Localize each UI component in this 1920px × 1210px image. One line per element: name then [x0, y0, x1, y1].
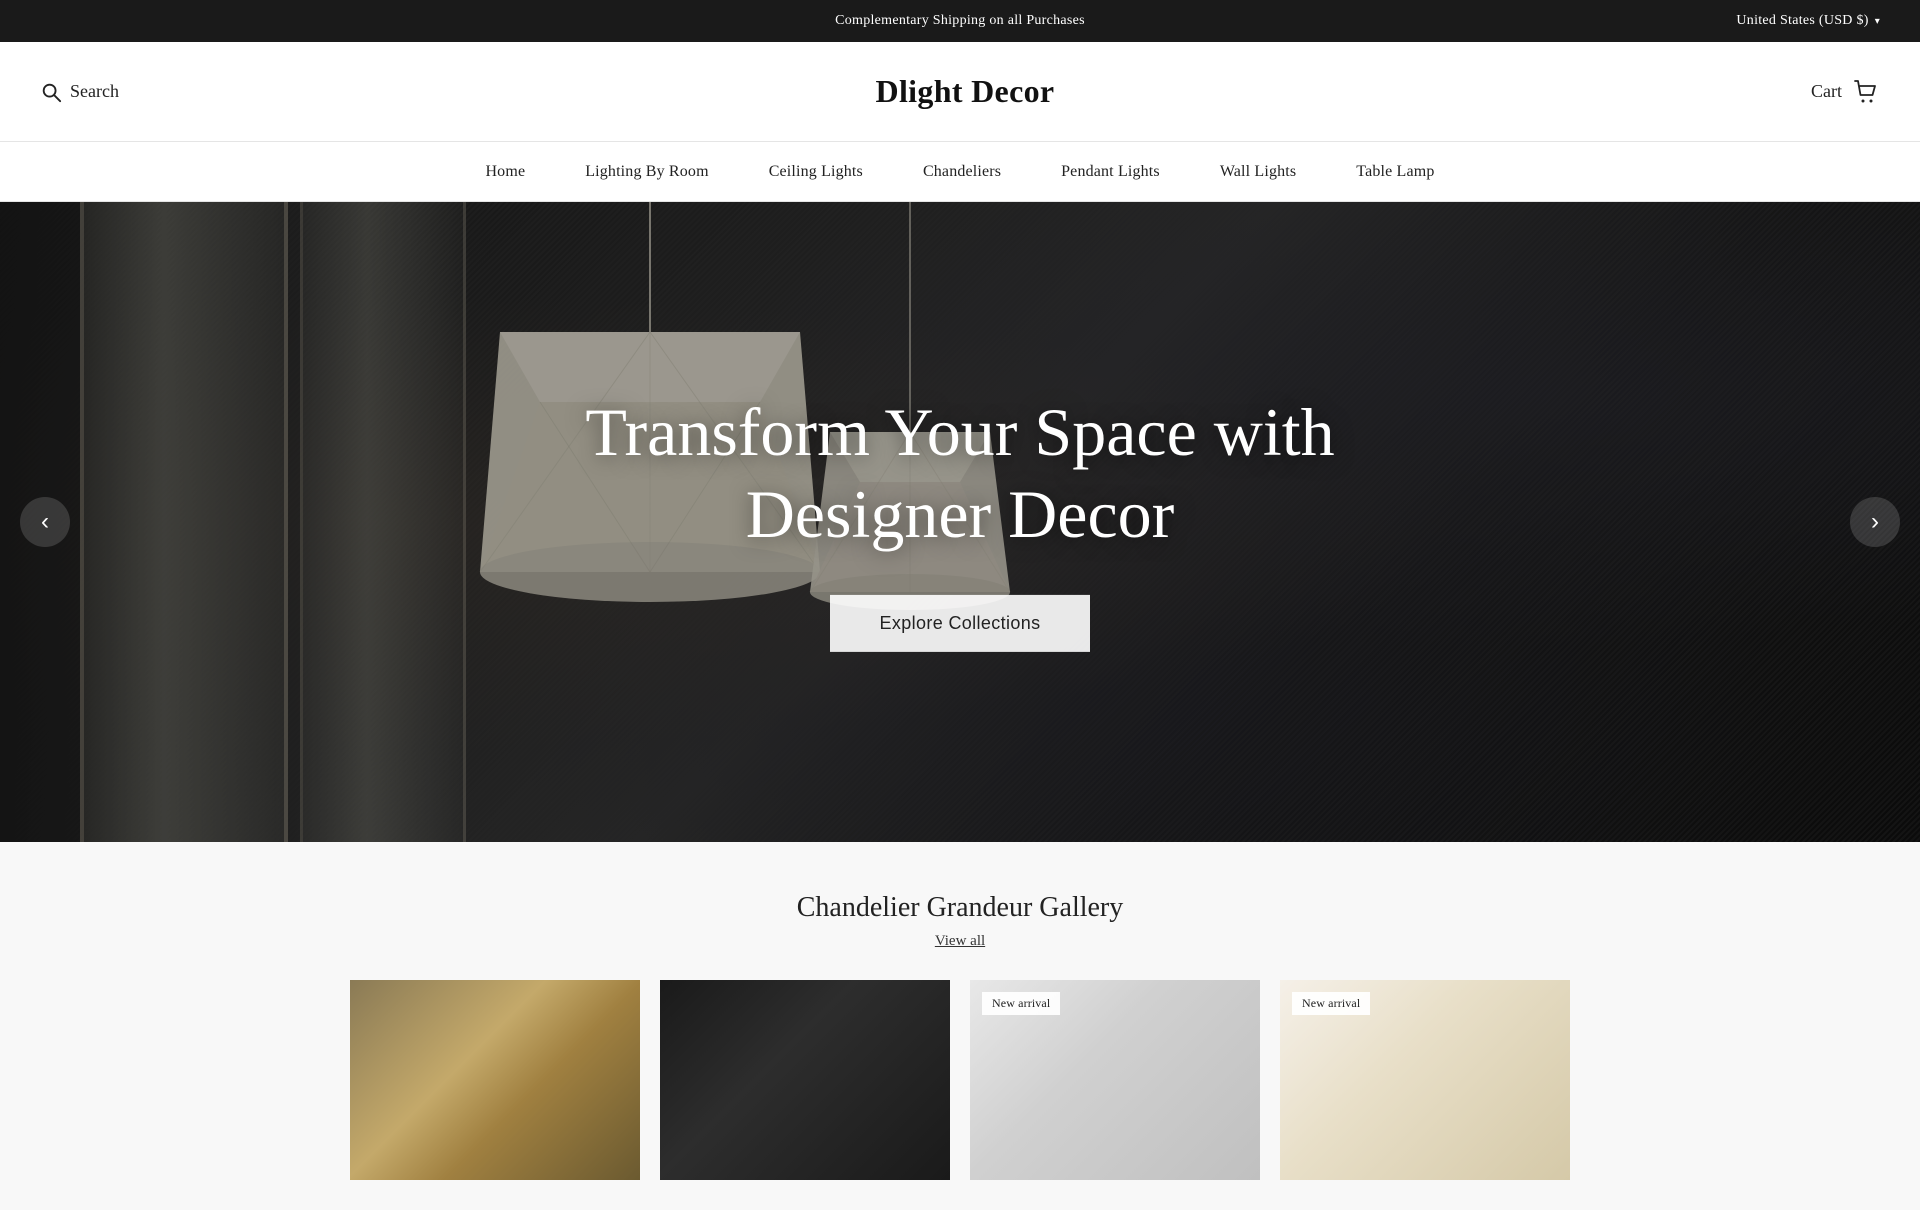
prev-arrow-icon: ‹: [41, 508, 49, 536]
nav-item-table-lamp[interactable]: Table Lamp: [1356, 159, 1434, 185]
explore-collections-button[interactable]: Explore Collections: [830, 595, 1091, 652]
chevron-down-icon: ▾: [1875, 16, 1880, 27]
nav-item-lighting-by-room[interactable]: Lighting By Room: [585, 159, 708, 185]
product-grid: New arrival New arrival: [40, 980, 1880, 1180]
header: Search Dlight Decor Cart: [0, 42, 1920, 142]
search-label: Search: [70, 81, 119, 102]
new-arrival-badge-4: New arrival: [1292, 992, 1370, 1015]
product-card-3[interactable]: New arrival: [970, 980, 1260, 1180]
product-card-1[interactable]: [350, 980, 640, 1180]
gallery-section: Chandelier Grandeur Gallery View all New…: [0, 842, 1920, 1210]
banner-message: Complementary Shipping on all Purchases: [835, 13, 1085, 29]
new-arrival-badge-3: New arrival: [982, 992, 1060, 1015]
nav-item-ceiling-lights[interactable]: Ceiling Lights: [769, 159, 863, 185]
product-card-4[interactable]: New arrival: [1280, 980, 1570, 1180]
search-icon: [40, 81, 62, 103]
product-card-2[interactable]: [660, 980, 950, 1180]
cart-icon: [1852, 78, 1880, 106]
region-selector[interactable]: United States (USD $) ▾: [1736, 13, 1880, 29]
nav-item-home[interactable]: Home: [485, 159, 525, 185]
site-logo[interactable]: Dlight Decor: [119, 73, 1811, 110]
nav-item-wall-lights[interactable]: Wall Lights: [1220, 159, 1296, 185]
cart-label: Cart: [1811, 81, 1842, 102]
search-button[interactable]: Search: [40, 81, 119, 103]
top-banner: Complementary Shipping on all Purchases …: [0, 0, 1920, 42]
hero-next-button[interactable]: ›: [1850, 497, 1900, 547]
hero-prev-button[interactable]: ‹: [20, 497, 70, 547]
region-label: United States (USD $): [1736, 13, 1868, 29]
gallery-title: Chandelier Grandeur Gallery: [40, 892, 1880, 924]
hero-section: Transform Your Space with Designer Decor…: [0, 202, 1920, 842]
hero-content: Transform Your Space with Designer Decor…: [560, 392, 1360, 652]
view-all-link[interactable]: View all: [935, 933, 985, 949]
cart-button[interactable]: Cart: [1811, 78, 1880, 106]
next-arrow-icon: ›: [1871, 508, 1879, 536]
gallery-view-all-wrapper: View all: [40, 932, 1880, 950]
main-nav: Home Lighting By Room Ceiling Lights Cha…: [0, 142, 1920, 202]
nav-item-chandeliers[interactable]: Chandeliers: [923, 159, 1001, 185]
hero-title: Transform Your Space with Designer Decor: [560, 392, 1360, 555]
nav-item-pendant-lights[interactable]: Pendant Lights: [1061, 159, 1160, 185]
